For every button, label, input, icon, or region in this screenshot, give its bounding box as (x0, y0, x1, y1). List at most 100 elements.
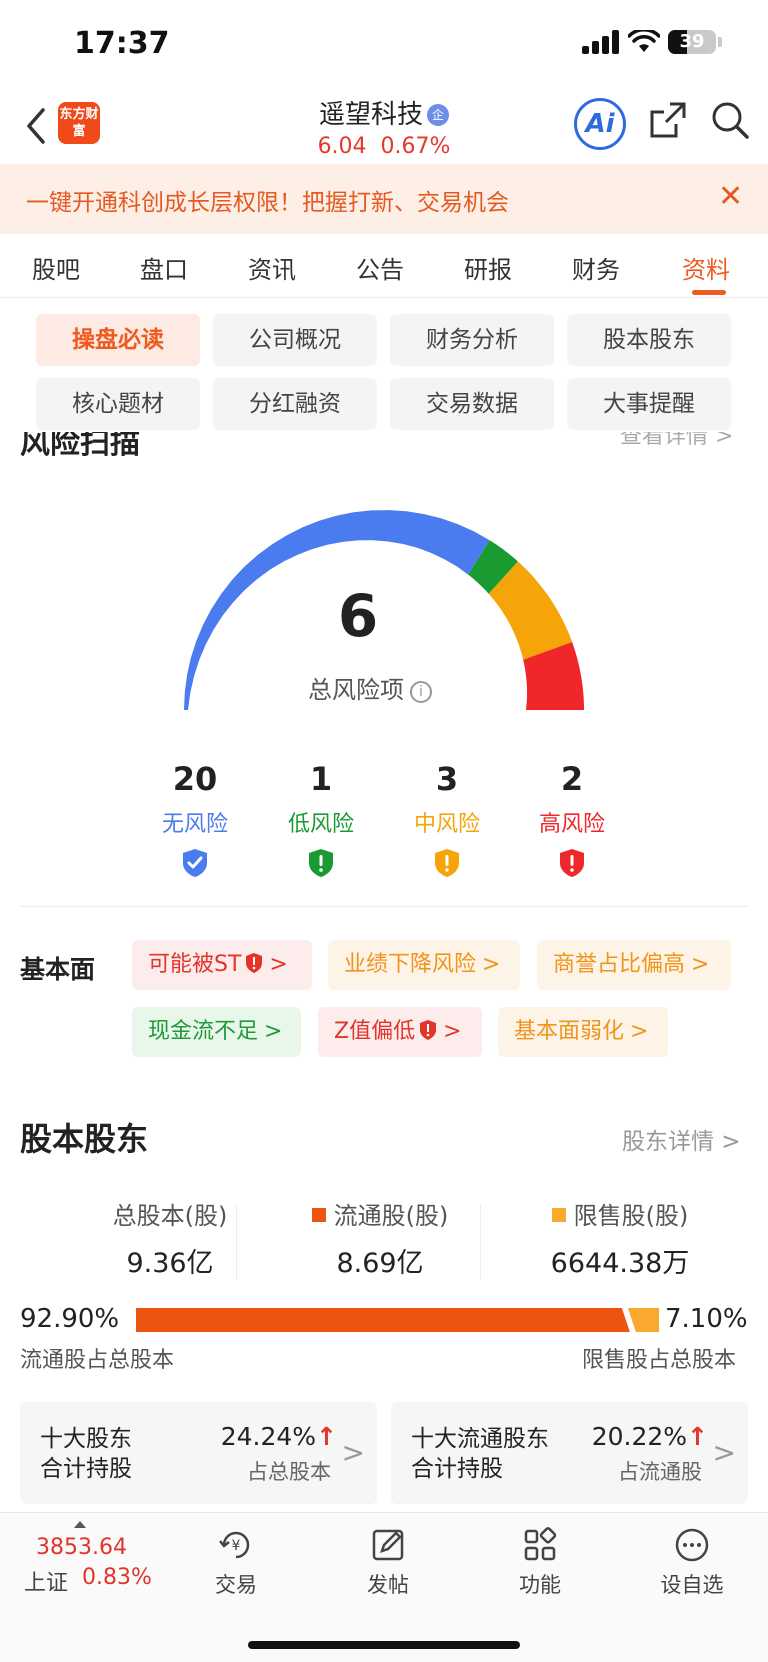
card-sub: 占总股本 (247, 1460, 331, 1484)
bottom-item-functions[interactable]: 功能 (490, 1523, 590, 1599)
total-shares: 总股本(股) 9.36亿 (70, 1196, 270, 1280)
bottom-item-watchlist[interactable]: 设自选 (642, 1523, 742, 1599)
status-bar: 17:37 39 (0, 0, 768, 90)
tag-possible-st[interactable]: 可能被ST > (132, 940, 312, 990)
risk-high[interactable]: 2 高风险 (512, 760, 632, 882)
risk-high-label: 高风险 (538, 812, 605, 837)
status-time: 17:37 (74, 26, 170, 61)
share-ratio-bar (136, 1308, 659, 1332)
chevron-right-icon: > (482, 952, 501, 977)
tab-bar: 股吧 盘口 资讯 公告 研报 财务 资料 (0, 236, 768, 298)
tag-cash-flow[interactable]: 现金流不足 > (132, 1007, 301, 1057)
restricted-legend-swatch (551, 1208, 566, 1222)
bottom-item-trade[interactable]: ¥ 交易 (186, 1523, 286, 1599)
divider (236, 1204, 237, 1280)
risk-mid[interactable]: 3 中风险 (387, 760, 507, 882)
chip-company-overview[interactable]: 公司概况 (213, 314, 377, 366)
risk-mid-count: 3 (435, 760, 459, 798)
bottom-item-label: 设自选 (660, 1573, 724, 1597)
bottom-item-label: 功能 (519, 1573, 561, 1597)
restricted-shares-value: 6644.38万 (550, 1248, 690, 1279)
card-sub: 占流通股 (618, 1460, 702, 1484)
tag-fundamentals-weak[interactable]: 基本面弱化 > (498, 1007, 668, 1057)
chip-dividends[interactable]: 分红融资 (213, 378, 377, 430)
chevron-right-icon: > (341, 1436, 365, 1469)
tab-profile[interactable]: 资料 (682, 250, 730, 285)
tab-guba[interactable]: 股吧 (32, 250, 80, 285)
card-title-line2: 合计持股 (411, 1456, 503, 1482)
tab-finance[interactable]: 财务 (572, 250, 620, 285)
risk-low[interactable]: 1 低风险 (261, 760, 381, 882)
shield-warning-icon (246, 953, 263, 973)
wifi-icon (628, 30, 660, 52)
risk-none-label: 无风险 (161, 812, 228, 837)
share-icon[interactable] (648, 100, 688, 140)
shield-warning-icon (560, 849, 584, 877)
post-icon (372, 1529, 404, 1561)
total-shares-label: 总股本(股) (112, 1202, 228, 1230)
card-pct: 20.22% (591, 1422, 688, 1451)
index-change[interactable]: 0.83% (82, 1565, 152, 1590)
chip-financial-analysis[interactable]: 财务分析 (390, 314, 554, 366)
search-icon[interactable] (710, 100, 750, 140)
tab-announcements[interactable]: 公告 (356, 250, 404, 285)
chevron-right-icon: > (443, 1019, 462, 1044)
risk-low-count: 1 (309, 760, 333, 798)
caret-up-icon[interactable] (74, 1521, 86, 1528)
risk-mid-label: 中风险 (413, 812, 480, 837)
restricted-pct-label: 限售股占总股本 (582, 1348, 737, 1373)
total-risk-label[interactable]: 总风险项 i (0, 670, 740, 705)
home-indicator (248, 1641, 520, 1649)
bottom-item-post[interactable]: 发帖 (338, 1523, 438, 1599)
promo-banner-text: 一键开通科创成长层权限！把握打新、交易机会 (26, 190, 509, 216)
arrow-up-icon: ↑ (316, 1422, 337, 1451)
restricted-shares-label: 限售股(股) (573, 1202, 689, 1230)
shareholders-detail-link[interactable]: 股东详情 > (622, 1122, 741, 1156)
svg-text:¥: ¥ (232, 1538, 241, 1554)
risk-none[interactable]: 20 无风险 (135, 760, 255, 882)
chip-trading-guide[interactable]: 操盘必读 (36, 314, 200, 366)
chip-trading-data[interactable]: 交易数据 (390, 378, 554, 430)
signal-icon (582, 30, 620, 54)
stock-change: 0.67% (380, 134, 451, 159)
chip-share-capital[interactable]: 股本股东 (567, 314, 731, 366)
nav-bar: 东方财富 遥望科技企 6.04 0.67% Ai (0, 90, 768, 162)
battery-tip (718, 37, 722, 47)
info-icon[interactable]: i (410, 681, 432, 703)
ai-button[interactable]: Ai (574, 98, 626, 150)
shield-warning-icon (435, 849, 459, 877)
risk-high-count: 2 (560, 760, 584, 798)
restricted-bar (627, 1308, 659, 1332)
promo-banner[interactable]: 一键开通科创成长层权限！把握打新、交易机会 ✕ (0, 164, 768, 234)
stock-price: 6.04 (317, 134, 367, 159)
tab-news[interactable]: 资讯 (248, 250, 296, 285)
function-icon (524, 1527, 557, 1561)
index-name[interactable]: 上证 (24, 1565, 68, 1597)
index-value[interactable]: 3853.64 (36, 1535, 127, 1560)
arrow-up-icon: ↑ (687, 1422, 708, 1451)
risk-section-link[interactable]: 查看详情 > (620, 432, 750, 452)
top10-float-holders-card[interactable]: 十大流通股东 合计持股 20.22%↑ 占流通股 > (391, 1402, 748, 1504)
tab-research[interactable]: 研报 (464, 250, 512, 285)
chip-core-themes[interactable]: 核心题材 (36, 378, 200, 430)
float-pct: 92.90% (20, 1304, 120, 1334)
total-risk-count: 6 (337, 582, 379, 650)
tag-goodwill-high[interactable]: 商誉占比偏高 > (537, 940, 731, 990)
chip-events[interactable]: 大事提醒 (567, 378, 731, 430)
divider (20, 906, 748, 907)
top10-holders-card[interactable]: 十大股东 合计持股 24.24%↑ 占总股本 > (20, 1402, 377, 1504)
chevron-right-icon: > (691, 952, 710, 977)
tag-performance-decline[interactable]: 业绩下降风险 > (328, 940, 520, 990)
float-shares: 流通股(股) 8.69亿 (265, 1196, 495, 1280)
close-icon[interactable]: ✕ (718, 182, 743, 212)
shield-check-icon (183, 849, 207, 877)
risk-none-count: 20 (172, 760, 218, 798)
float-bar (136, 1308, 630, 1332)
tag-z-score[interactable]: Z值偏低 > (318, 1007, 482, 1057)
stock-name: 遥望科技 (318, 100, 423, 130)
bottom-bar: 3853.64 上证 0.83% ¥ 交易 发帖 功能 设自选 (0, 1512, 768, 1662)
tab-pankou[interactable]: 盘口 (140, 250, 188, 285)
battery-icon: 39 (668, 30, 716, 54)
float-legend-swatch (311, 1208, 326, 1222)
enterprise-badge-icon: 企 (427, 104, 449, 126)
